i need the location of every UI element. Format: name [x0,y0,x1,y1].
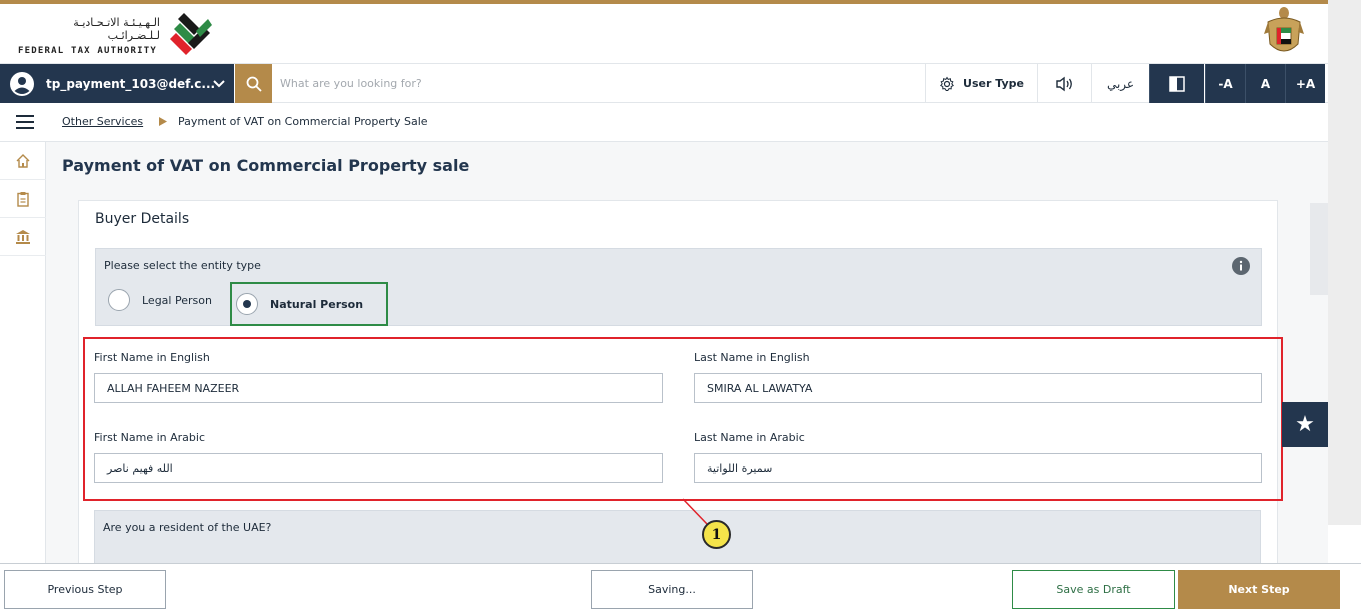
search-icon [246,76,262,92]
annotation-marker: 1 [702,520,731,549]
speaker-icon [1055,76,1072,91]
radio-natural-person-circle[interactable] [236,293,258,315]
site-header: الـهـيـئـة الاتـحـاديـة لـلـضـرائـب FEDE… [0,4,1328,63]
resident-question-group: Are you a resident of the UAE? [94,510,1261,563]
breadcrumb-arrow-icon [159,117,167,126]
first-name-arabic-field[interactable]: الله فهيم ناصر [94,453,663,483]
main-content: Payment of VAT on Commercial Property sa… [46,142,1328,563]
radio-natural-person-label: Natural Person [270,297,364,311]
previous-step-button[interactable]: Previous Step [4,570,166,609]
uae-emblem-icon [1264,7,1304,52]
search-input[interactable] [280,70,910,97]
last-name-english-label: Last Name in English [694,351,810,364]
radio-legal-person-circle[interactable] [108,289,130,311]
user-account-menu[interactable]: tp_payment_103@def.c... [0,64,234,103]
chevron-down-icon [213,80,225,88]
user-type-label: User Type [963,77,1024,90]
content-scrollbar-thumb[interactable] [1310,203,1328,295]
entity-type-label: Please select the entity type [104,259,261,272]
first-name-english-label: First Name in English [94,351,210,364]
left-sidebar [0,142,46,563]
breadcrumb: Other Services Payment of VAT on Commerc… [0,103,1328,142]
logo-english-text: FEDERAL TAX AUTHORITY [18,46,157,56]
info-icon[interactable] [1232,257,1250,275]
text-to-speech-button[interactable] [1037,64,1091,103]
section-title: Buyer Details [95,211,190,227]
radio-natural-person[interactable]: Natural Person [230,282,388,326]
home-icon [16,153,30,168]
next-step-button[interactable]: Next Step [1178,570,1340,609]
first-name-arabic-label: First Name in Arabic [94,431,205,444]
breadcrumb-other-services-link[interactable]: Other Services [62,115,143,128]
radio-legal-person[interactable]: Legal Person [108,289,212,311]
font-decrease-button[interactable]: -A [1205,64,1245,103]
fta-logo-icon[interactable] [164,9,214,59]
font-increase-button[interactable]: +A [1285,64,1325,103]
star-icon: ★ [1295,412,1315,437]
fta-logo-text[interactable]: الـهـيـئـة الاتـحـاديـة لـلـضـرائـب FEDE… [18,16,160,56]
user-email: tp_payment_103@def.c... [46,76,216,91]
entity-type-group: Please select the entity type Legal Pers… [95,248,1262,326]
last-name-arabic-field[interactable]: سميرة اللواتية [694,453,1262,483]
user-type-button[interactable]: User Type [925,64,1037,103]
saving-button[interactable]: Saving... [591,570,753,609]
radio-selected-dot [243,300,251,308]
first-name-english-field[interactable]: ALLAH FAHEEM NAZEER [94,373,663,403]
last-name-arabic-label: Last Name in Arabic [694,431,805,444]
last-name-english-field[interactable]: SMIRA AL LAWATYA [694,373,1262,403]
resident-question-label: Are you a resident of the UAE? [103,521,272,534]
sidebar-item-clipboard[interactable] [0,180,46,218]
font-normal-button[interactable]: A [1245,64,1285,103]
sidebar-item-bank[interactable] [0,218,46,256]
hamburger-menu-icon[interactable] [16,115,34,129]
page-scrollbar[interactable] [1328,0,1361,525]
search-button[interactable] [235,64,272,103]
logo-arabic-text: الـهـيـئـة الاتـحـاديـة لـلـضـرائـب [73,16,160,42]
radio-legal-person-label: Legal Person [142,293,212,307]
bank-icon [16,229,30,244]
top-navbar: tp_payment_103@def.c... User Type عربي -… [0,63,1328,103]
contrast-toggle-button[interactable] [1149,64,1204,103]
favorite-star-button[interactable]: ★ [1282,402,1328,447]
contrast-icon [1169,75,1185,92]
save-as-draft-button[interactable]: Save as Draft [1012,570,1175,609]
language-arabic-link[interactable]: عربي [1091,64,1149,103]
breadcrumb-current: Payment of VAT on Commercial Property Sa… [178,115,428,128]
sidebar-item-home[interactable] [0,142,46,180]
user-avatar-icon [10,71,34,96]
gear-icon [940,76,955,91]
footer-actions: Previous Step Saving... Save as Draft Ne… [0,563,1361,615]
clipboard-icon [17,191,29,207]
page-title: Payment of VAT on Commercial Property sa… [62,156,470,175]
